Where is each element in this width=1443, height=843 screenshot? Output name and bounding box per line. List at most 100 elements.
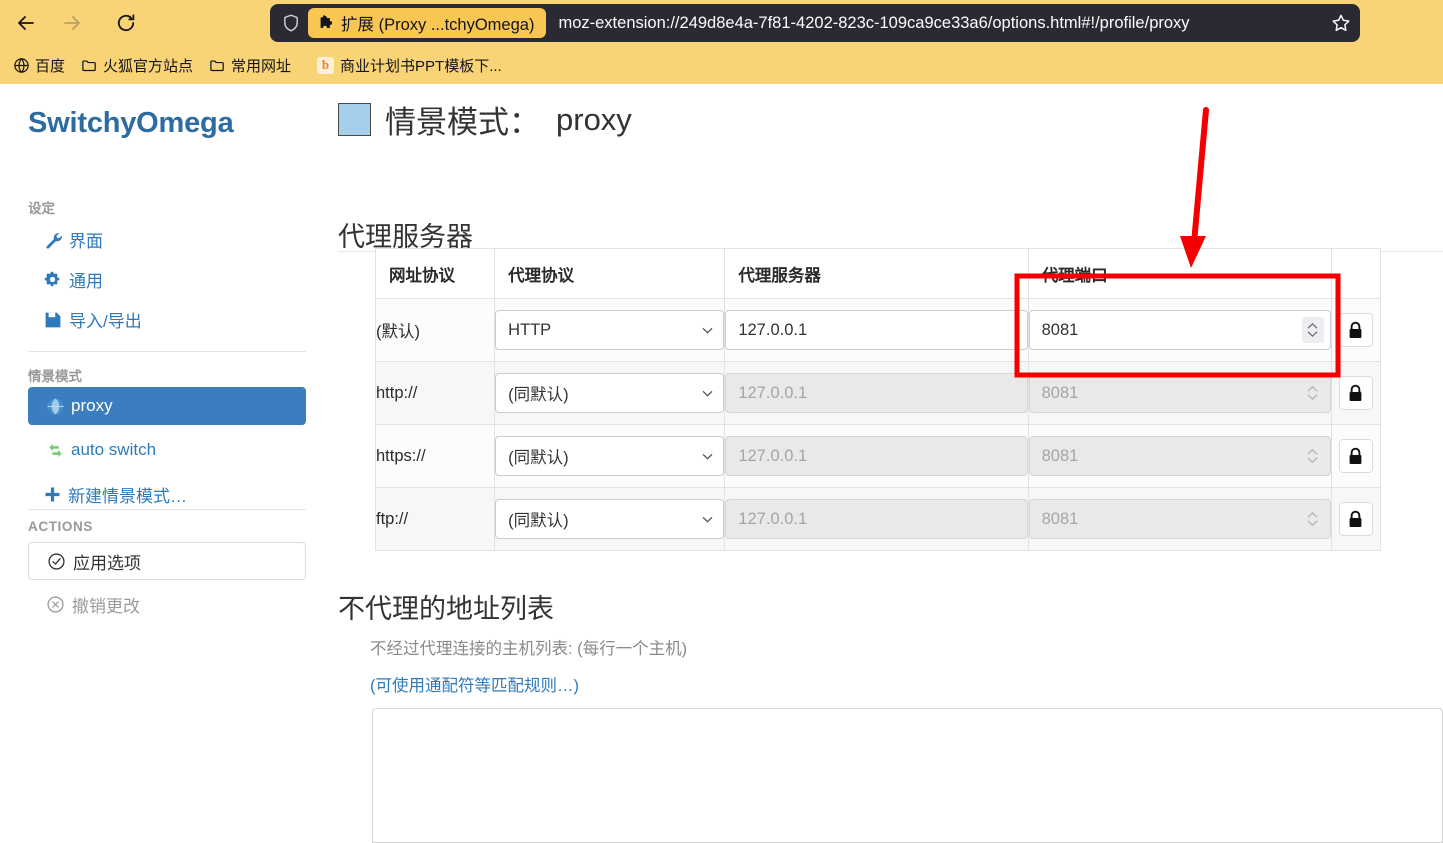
proxy-servers-table: 网址协议 代理协议 代理服务器 代理端口 (默认) HTTP 127.0.0.1… — [374, 248, 1382, 551]
server-input[interactable]: 127.0.0.1 — [725, 310, 1028, 350]
cell-port: 8081 — [1027, 424, 1332, 488]
cell-lock — [1330, 361, 1382, 425]
back-arrow-icon — [18, 16, 34, 30]
server-input: 127.0.0.1 — [725, 436, 1028, 476]
bookmark-item-common-urls[interactable]: 常用网址 — [202, 52, 298, 78]
sidebar-item-label: 导入/导出 — [69, 312, 142, 331]
chevron-up-icon — [1308, 511, 1318, 518]
profile-color-swatch — [338, 103, 371, 136]
bookmark-item-firefox-site[interactable]: 火狐官方站点 — [74, 52, 200, 78]
chevron-down-icon — [1308, 394, 1318, 401]
shield-icon[interactable] — [280, 12, 302, 34]
address-bar[interactable]: 扩展 (Proxy ...tchyOmega) moz-extension://… — [270, 4, 1360, 42]
col-header-server: 代理服务器 — [724, 248, 1029, 299]
cell-scheme: http:// — [374, 361, 496, 425]
lock-button[interactable] — [1338, 313, 1373, 347]
port-input[interactable]: 8081 — [1028, 310, 1331, 350]
extension-chip-label: 扩展 (Proxy ...tchyOmega) — [341, 16, 535, 34]
chevron-down-icon — [702, 390, 713, 397]
chevron-down-icon — [1308, 457, 1318, 464]
forward-button[interactable] — [52, 3, 92, 43]
port-input: 8081 — [1028, 436, 1331, 476]
globe-icon — [47, 398, 64, 414]
sidebar-item-auto-switch[interactable]: auto switch — [28, 431, 306, 469]
protocol-select-value: HTTP — [508, 320, 552, 339]
page-title-prefix: 情景模式： — [385, 105, 540, 140]
apply-options-button[interactable]: 应用选项 — [28, 542, 306, 580]
port-input: 8081 — [1028, 499, 1331, 539]
sidebar-section-settings: 设定 — [28, 201, 55, 216]
chevron-up-icon — [1308, 448, 1318, 455]
sidebar-item-label: 界面 — [69, 232, 103, 251]
cell-server: 127.0.0.1 — [724, 298, 1029, 362]
browser-toolbar: 扩展 (Proxy ...tchyOmega) moz-extension://… — [0, 0, 1443, 84]
port-input-value: 8081 — [1041, 320, 1079, 339]
bookmark-item-ppt-template[interactable]: b 商业计划书PPT模板下... — [310, 52, 509, 78]
puzzle-piece-icon — [320, 15, 333, 29]
action-label: 撤销更改 — [72, 596, 140, 616]
port-input-value: 8081 — [1041, 446, 1079, 465]
port-input: 8081 — [1028, 373, 1331, 413]
extension-chip[interactable]: 扩展 (Proxy ...tchyOmega) — [308, 8, 547, 38]
bypass-list-textarea[interactable] — [372, 708, 1443, 843]
bypass-help-text: 不经过代理连接的主机列表: (每行一个主机) — [370, 640, 688, 658]
lock-button[interactable] — [1338, 502, 1373, 536]
cell-port: 8081 — [1027, 487, 1332, 551]
save-icon — [45, 312, 61, 327]
cell-scheme: https:// — [374, 424, 496, 488]
port-spinner — [1302, 380, 1324, 406]
sidebar-item-import-export[interactable]: 导入/导出 — [43, 307, 142, 332]
sidebar-item-interface[interactable]: 界面 — [43, 227, 103, 252]
screenshot-root: 扩展 (Proxy ...tchyOmega) moz-extension://… — [0, 0, 1443, 843]
sidebar-item-general[interactable]: 通用 — [43, 267, 103, 292]
port-spinner[interactable] — [1301, 317, 1324, 343]
star-icon[interactable] — [1330, 12, 1352, 34]
cell-server: 127.0.0.1 — [724, 424, 1029, 488]
action-label: 应用选项 — [73, 553, 141, 573]
sidebar-item-proxy[interactable]: proxy — [28, 387, 306, 425]
server-input-value: 127.0.0.1 — [738, 320, 808, 339]
bypass-wildcard-link[interactable]: (可使用通配符等匹配规则…) — [370, 672, 579, 696]
sidebar-divider-2 — [28, 509, 306, 510]
protocol-select-value: (同默认) — [508, 512, 569, 530]
sidebar-item-new-profile[interactable]: 新建情景模式… — [28, 475, 306, 513]
folder-icon — [82, 59, 96, 71]
chevron-down-icon — [702, 516, 713, 523]
gear-icon — [44, 271, 60, 286]
lock-icon — [1350, 447, 1362, 464]
cell-scheme: (默认) — [374, 298, 496, 362]
cell-lock — [1330, 487, 1382, 551]
lock-button[interactable] — [1338, 376, 1373, 410]
protocol-select[interactable]: (同默认) — [495, 499, 725, 539]
server-input: 127.0.0.1 — [725, 499, 1028, 539]
bookmark-label: 火狐官方站点 — [103, 57, 194, 75]
exchange-icon — [49, 443, 62, 457]
wrench-icon — [46, 232, 62, 249]
protocol-select[interactable]: HTTP — [495, 310, 725, 350]
lock-button[interactable] — [1338, 439, 1373, 473]
lock-icon — [1350, 321, 1362, 338]
server-input: 127.0.0.1 — [725, 373, 1028, 413]
sidebar-section-profiles: 情景模式 — [28, 369, 82, 384]
col-header-protocol: 代理协议 — [494, 248, 726, 299]
lock-icon — [1350, 510, 1362, 527]
bookmark-item-baidu[interactable]: 百度 — [6, 52, 72, 78]
reload-button[interactable] — [106, 3, 146, 43]
cell-protocol: (同默认) — [494, 424, 726, 488]
sidebar-divider-1 — [28, 351, 306, 352]
forward-arrow-icon — [64, 16, 80, 30]
cell-lock — [1330, 298, 1382, 362]
protocol-select[interactable]: (同默认) — [495, 436, 725, 476]
cell-port: 8081 — [1027, 298, 1332, 362]
sidebar-item-label: proxy — [71, 396, 113, 415]
bookmark-label: 商业计划书PPT模板下... — [340, 57, 502, 75]
globe-icon — [14, 57, 29, 73]
url-text[interactable]: moz-extension://249d8e4a-7f81-4202-823c-… — [558, 14, 1324, 33]
protocol-select-value: (同默认) — [508, 386, 569, 404]
app-brand: SwitchyOmega — [28, 107, 234, 139]
cell-port: 8081 — [1027, 361, 1332, 425]
main-content: 情景模式： proxy 代理服务器 网址协议 代理协议 代理服务器 代理端口 (… — [330, 84, 1443, 843]
discard-changes-button[interactable]: 撤销更改 — [28, 587, 306, 621]
back-button[interactable] — [6, 3, 46, 43]
protocol-select[interactable]: (同默认) — [495, 373, 725, 413]
